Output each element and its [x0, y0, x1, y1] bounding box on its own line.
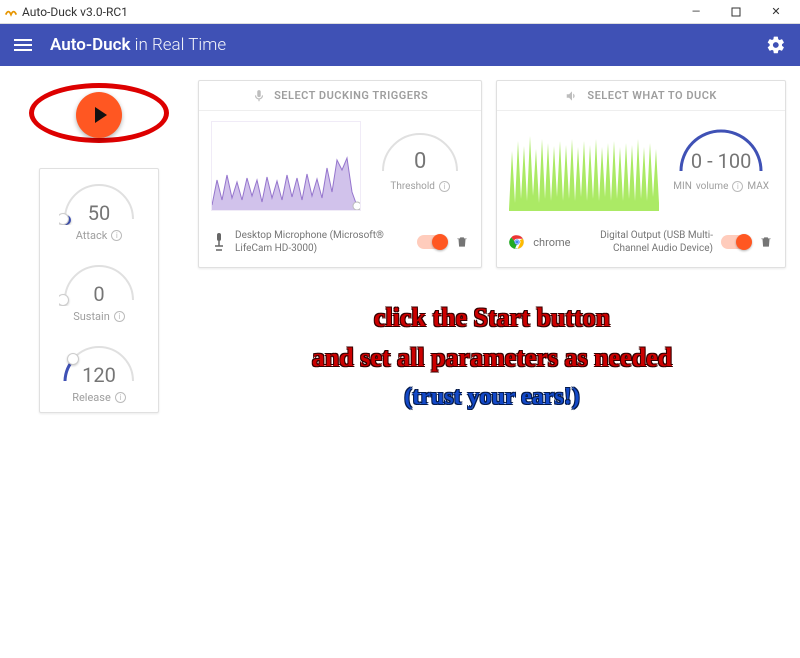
annotation-line3: (trust your ears!): [198, 379, 786, 416]
attack-gauge[interactable]: 50 Attacki: [48, 179, 150, 242]
maximize-button[interactable]: [716, 2, 756, 22]
sustain-value: 0: [59, 282, 139, 306]
info-icon[interactable]: i: [114, 311, 125, 322]
threshold-label: Threshold: [390, 181, 435, 192]
volume-gauge[interactable]: 0 - 100 MIN volume i MAX: [669, 121, 773, 192]
app-icon: [4, 5, 18, 19]
speaker-icon: [565, 89, 579, 103]
app-title: Auto-Duck in Real Time: [50, 35, 226, 55]
ducked-output-name: Digital Output (USB Multi-Channel Audio …: [578, 229, 713, 255]
release-gauge[interactable]: 120 Release i: [48, 341, 150, 404]
minimize-button[interactable]: —: [676, 2, 716, 22]
max-label: MAX: [747, 181, 769, 192]
microphone-icon: [252, 89, 266, 103]
trigger-device-name: Desktop Microphone (Microsoft® LifeCam H…: [235, 229, 409, 255]
min-label: MIN: [673, 181, 692, 192]
play-button[interactable]: [76, 92, 122, 138]
close-button[interactable]: ✕: [756, 2, 796, 22]
attack-value: 50: [59, 201, 139, 225]
window-title: Auto-Duck v3.0-RC1: [22, 5, 128, 19]
triggers-card: SELECT DUCKING TRIGGERS: [198, 80, 482, 268]
left-column: 50 Attacki 0 Sustaini: [14, 80, 184, 416]
ducked-waveform: [509, 121, 659, 211]
info-icon[interactable]: i: [439, 181, 450, 192]
ducked-device-row: chrome Digital Output (USB Multi-Channel…: [497, 221, 785, 267]
annotation-text: click the Start button and set all param…: [198, 298, 786, 416]
volume-value: 0 - 100: [671, 149, 771, 173]
annotation-line2: and set all parameters as needed: [198, 338, 786, 378]
main-content: 50 Attacki 0 Sustaini: [0, 66, 800, 430]
right-area: SELECT DUCKING TRIGGERS: [198, 80, 786, 416]
release-value: 120: [59, 363, 139, 387]
threshold-value: 0: [375, 149, 465, 174]
trigger-device-row: Desktop Microphone (Microsoft® LifeCam H…: [199, 221, 481, 267]
volume-label: volume: [696, 181, 729, 192]
gear-icon[interactable]: [766, 35, 786, 55]
trigger-toggle[interactable]: [417, 235, 447, 249]
threshold-gauge[interactable]: 0 Threshold i: [371, 121, 469, 192]
release-label: Release: [72, 391, 111, 404]
ducked-header: SELECT WHAT TO DUCK: [587, 89, 716, 102]
triggers-header: SELECT DUCKING TRIGGERS: [274, 89, 428, 102]
play-wrap: [19, 80, 179, 150]
app-bar: Auto-Duck in Real Time: [0, 24, 800, 66]
menu-icon[interactable]: [14, 39, 32, 51]
ducked-toggle[interactable]: [721, 235, 751, 249]
trigger-waveform: [211, 121, 361, 211]
sustain-gauge[interactable]: 0 Sustain i: [48, 260, 150, 323]
info-icon[interactable]: i: [111, 230, 122, 241]
mic-stand-icon: [211, 232, 227, 252]
sustain-label: Sustain: [73, 310, 110, 323]
chrome-icon: [509, 234, 525, 250]
ducked-app-name: chrome: [533, 236, 570, 249]
ducked-card: SELECT WHAT TO DUCK: [496, 80, 786, 268]
window-titlebar: Auto-Duck v3.0-RC1 — ✕: [0, 0, 800, 24]
trash-icon[interactable]: [759, 235, 773, 249]
annotation-line1: click the Start button: [198, 298, 786, 338]
info-icon[interactable]: i: [732, 181, 743, 192]
attack-label: Attack: [76, 229, 108, 242]
trash-icon[interactable]: [455, 235, 469, 249]
params-card: 50 Attacki 0 Sustaini: [39, 168, 159, 413]
info-icon[interactable]: i: [115, 392, 126, 403]
